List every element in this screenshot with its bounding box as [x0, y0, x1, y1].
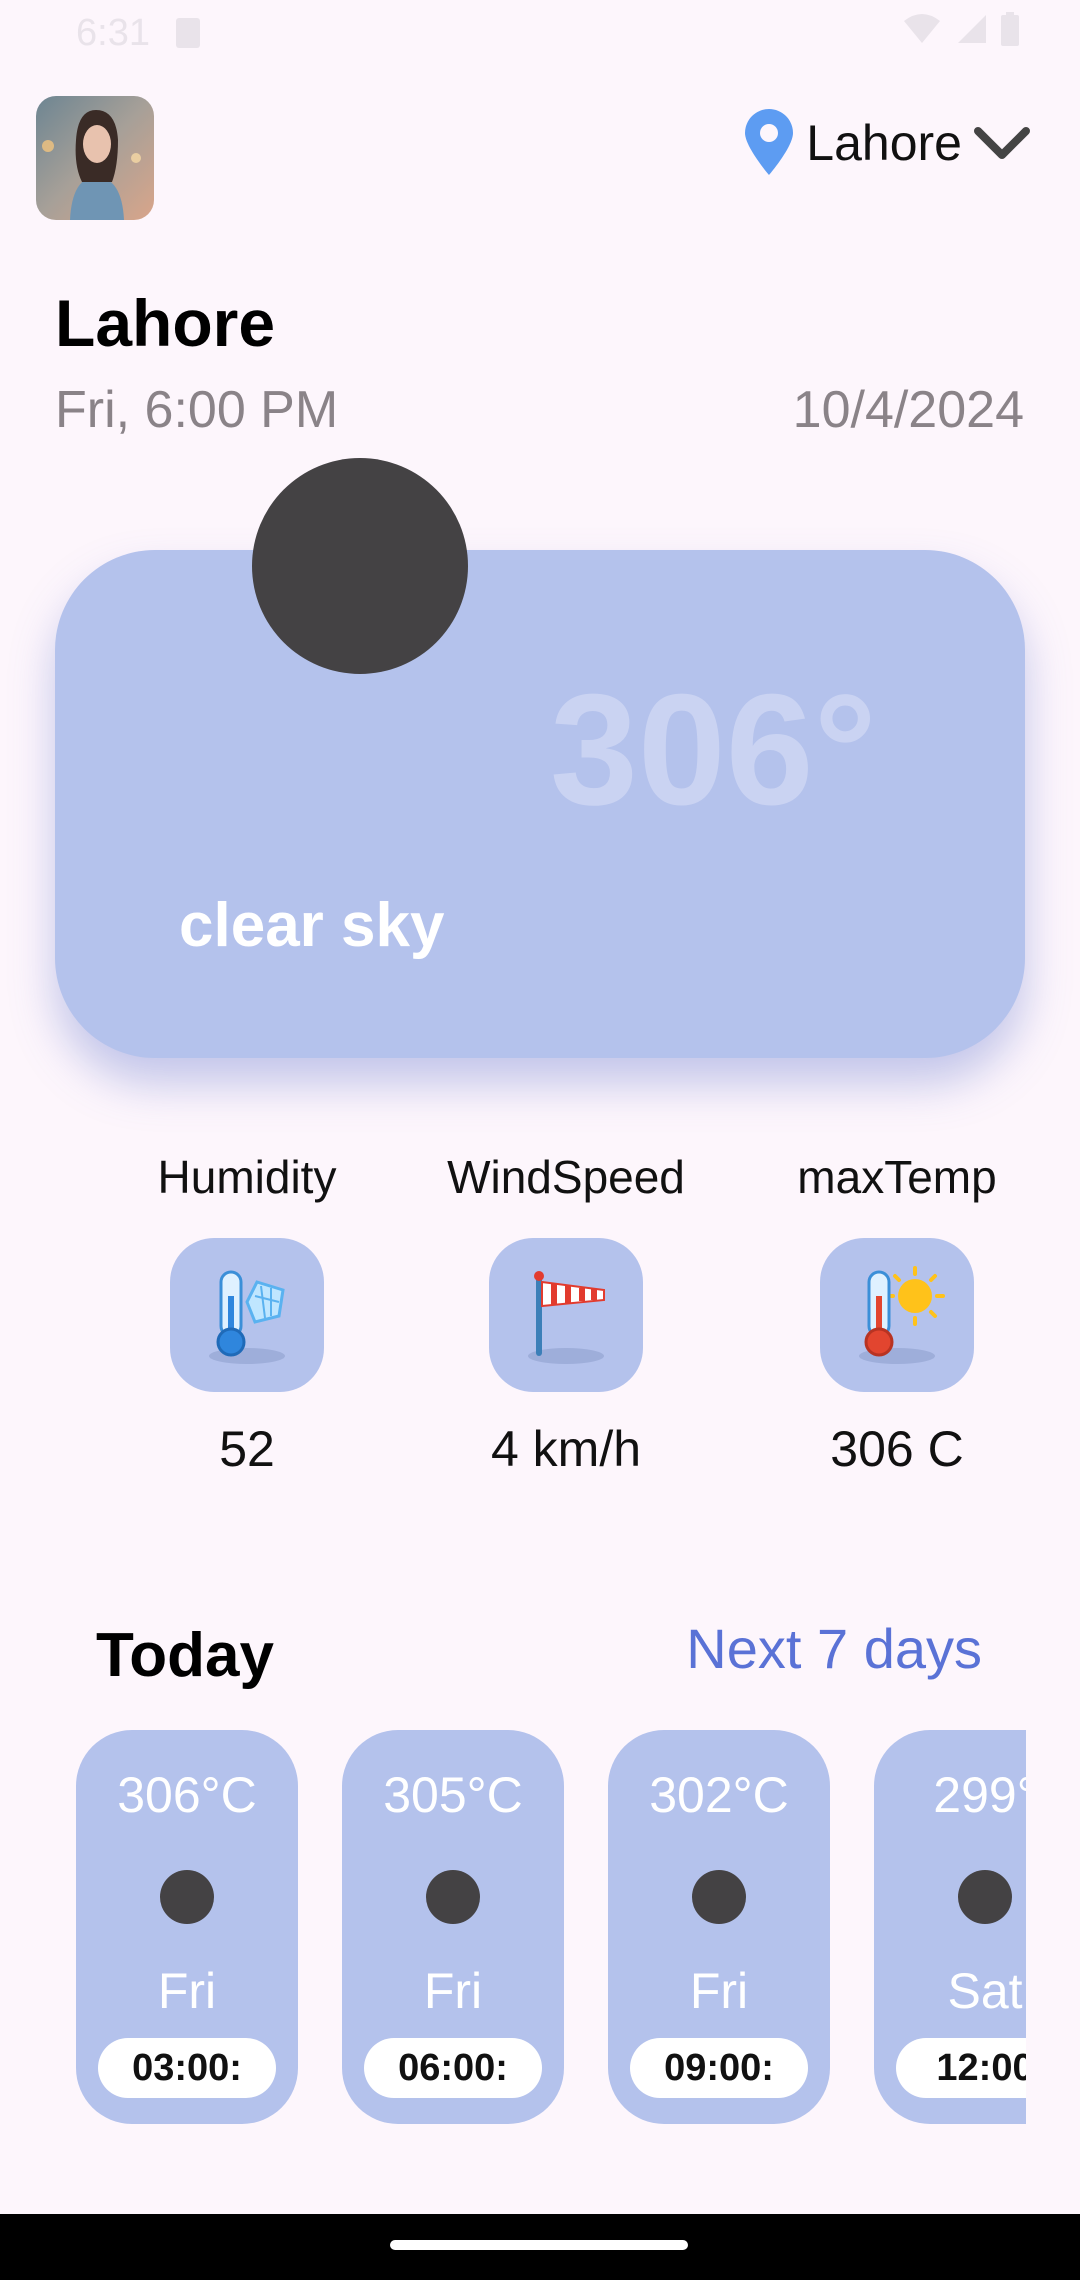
metric-value: 52: [219, 1421, 275, 1477]
forecast-time: 03:00:: [98, 2038, 276, 2098]
battery-icon: [1001, 12, 1019, 46]
wifi-icon: [904, 14, 940, 43]
windsock-icon: [528, 1271, 605, 1364]
map-pin-icon: [745, 109, 794, 175]
hot-thermometer-icon: [859, 1266, 945, 1364]
forecast-day: Sat: [947, 1963, 1023, 2019]
city-title: Lahore: [55, 286, 276, 360]
current-temperature: 306°: [550, 662, 877, 838]
date: 10/4/2024: [792, 381, 1024, 439]
forecast-weather-icon: [958, 1870, 1012, 1924]
status-bar: 6:31: [0, 0, 1080, 70]
forecast-temp: 302°C: [649, 1767, 789, 1823]
metric-label: Humidity: [157, 1151, 337, 1203]
metric-value: 306 C: [830, 1421, 964, 1477]
metric-windspeed: WindSpeed 4 km/h: [416, 1150, 716, 1478]
avatar[interactable]: [36, 96, 154, 220]
forecast-temp: 299°: [933, 1767, 1026, 1823]
signal-icon: [958, 15, 986, 43]
navigation-bar: [0, 2214, 1080, 2280]
location-selector[interactable]: Lahore: [742, 108, 1032, 178]
weather-condition: clear sky: [179, 891, 445, 960]
forecast-card[interactable]: 306°C Fri 03:00:: [76, 1730, 298, 2124]
next-7-days-link[interactable]: Next 7 days: [686, 1616, 982, 1681]
hourly-forecast-list[interactable]: 306°C Fri 03:00: 305°C Fri 06:00: 302°C …: [76, 1730, 1026, 2124]
weather-screen: 6:31 Lahore Lahore Fri, 6:00 PM 10/4/202…: [0, 0, 1080, 2280]
forecast-temp: 306°C: [117, 1767, 257, 1823]
forecast-day: Fri: [423, 1963, 483, 2019]
forecast-card[interactable]: 305°C Fri 06:00:: [342, 1730, 564, 2124]
metric-humidity: Humidity 52: [97, 1150, 397, 1478]
forecast-card[interactable]: 302°C Fri 09:00:: [608, 1730, 830, 2124]
location-label: Lahore: [806, 115, 962, 171]
metric-tile: [489, 1238, 643, 1392]
forecast-temp: 305°C: [383, 1767, 523, 1823]
forecast-weather-icon: [426, 1870, 480, 1924]
forecast-time: 12:00: [896, 2038, 1026, 2098]
metric-value: 4 km/h: [490, 1421, 642, 1477]
home-gesture-handle[interactable]: [390, 2240, 688, 2250]
chevron-down-icon[interactable]: [972, 123, 1032, 163]
metric-tile: [170, 1238, 324, 1392]
metric-label: maxTemp: [797, 1151, 997, 1203]
current-weather-card: 306° clear sky: [55, 550, 1025, 1058]
forecast-day: Fri: [689, 1963, 749, 2019]
forecast-time: 09:00:: [630, 2038, 808, 2098]
weather-icon: [252, 458, 468, 674]
metric-tile: [820, 1238, 974, 1392]
forecast-day: Fri: [157, 1963, 217, 2019]
metric-label: WindSpeed: [447, 1151, 685, 1203]
forecast-card[interactable]: 299° Sat 12:00: [874, 1730, 1026, 2124]
humidity-thermometer-icon: [209, 1270, 285, 1364]
forecast-weather-icon: [160, 1870, 214, 1924]
day-time: Fri, 6:00 PM: [55, 381, 339, 439]
status-time: 6:31: [76, 12, 150, 54]
sd-card-icon: [176, 18, 200, 48]
forecast-time: 06:00:: [364, 2038, 542, 2098]
metric-maxtemp: maxTemp 306 C: [747, 1150, 1047, 1478]
status-icons: [902, 12, 1020, 46]
forecast-weather-icon: [692, 1870, 746, 1924]
today-title: Today: [96, 1621, 274, 1690]
